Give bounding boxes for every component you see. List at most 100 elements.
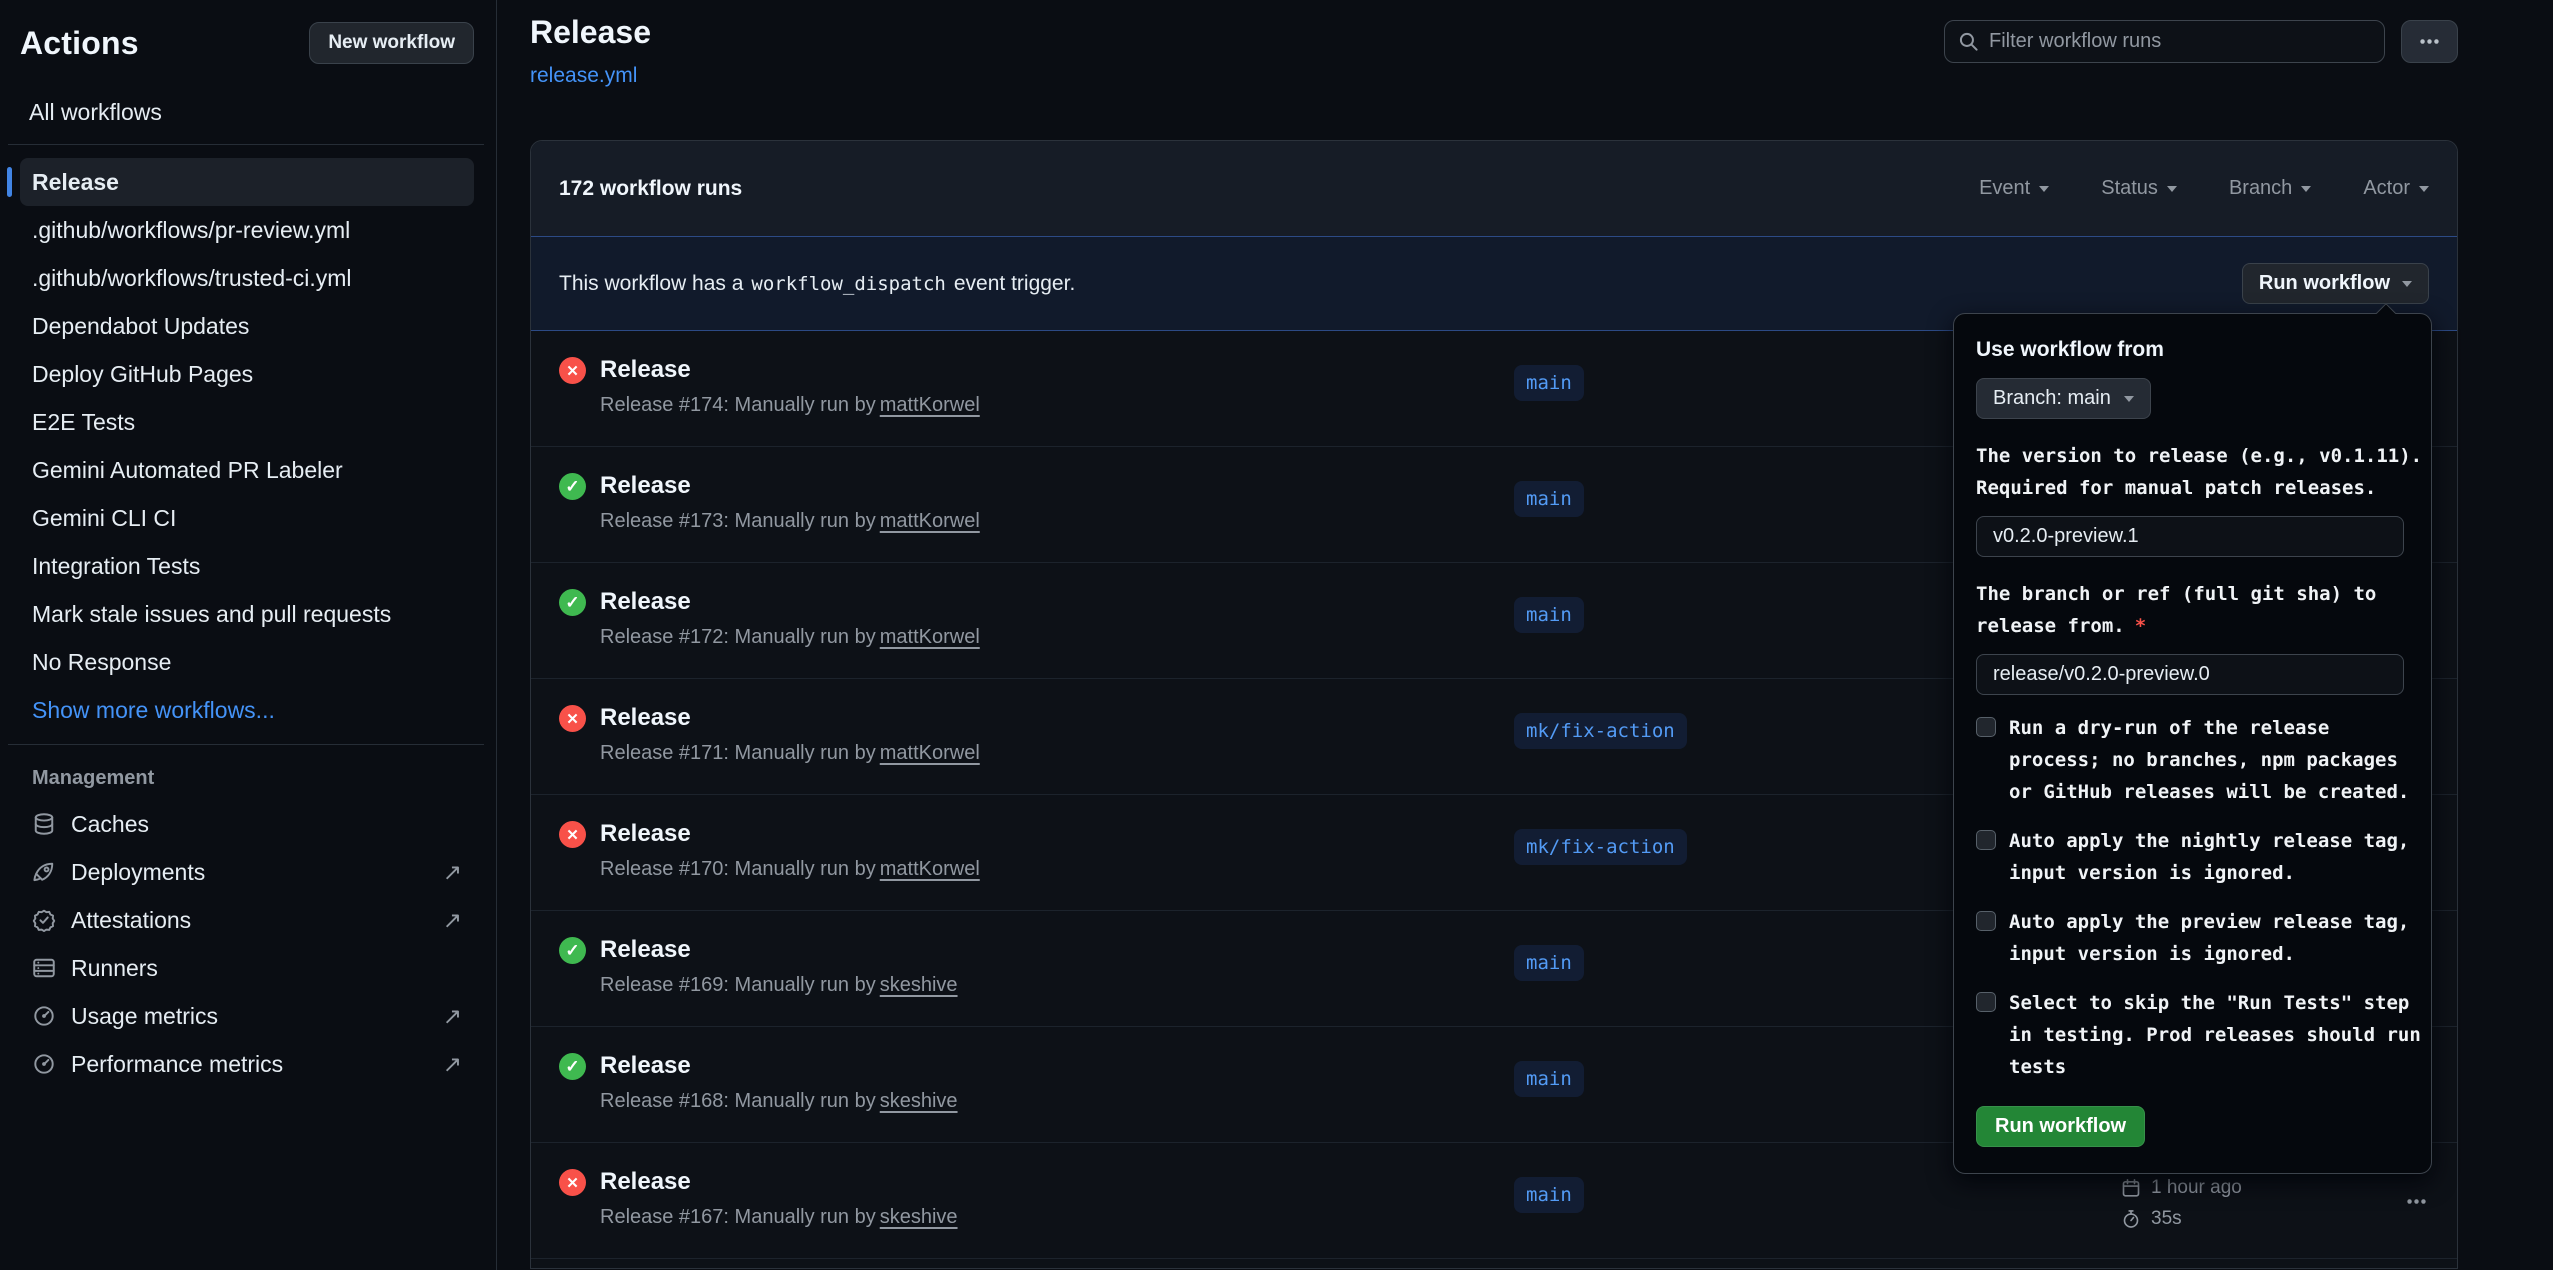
sidebar-title: Actions — [20, 25, 139, 62]
workflow-dispatch-code: workflow_dispatch — [751, 273, 945, 295]
run-actor-link[interactable]: mattKorwel — [880, 626, 980, 648]
branch-badge[interactable]: main — [1514, 365, 1584, 401]
new-workflow-button[interactable]: New workflow — [309, 22, 474, 64]
checkbox-row[interactable]: Run a dry-run of the release process; no… — [1976, 712, 2415, 808]
run-title-link[interactable]: Release — [600, 1052, 958, 1080]
required-asterisk: * — [2135, 615, 2146, 637]
run-description: Release #169: Manually run byskeshive — [600, 974, 958, 997]
sidebar-workflow-item[interactable]: .github/workflows/trusted-ci.yml — [20, 254, 474, 302]
checkbox-row[interactable]: Auto apply the preview release tag, inpu… — [1976, 906, 2415, 970]
chevron-down-icon — [2167, 186, 2177, 197]
run-workflow-submit-button[interactable]: Run workflow — [1976, 1106, 2145, 1147]
sidebar-management-item[interactable]: Caches — [20, 800, 474, 848]
run-actor-link[interactable]: skeshive — [880, 1206, 958, 1228]
run-title-link[interactable]: Release — [600, 820, 980, 848]
checkbox[interactable] — [1976, 830, 1996, 850]
run-actor-link[interactable]: skeshive — [880, 974, 958, 996]
branch-badge[interactable]: main — [1514, 597, 1584, 633]
sidebar-workflow-item[interactable]: Integration Tests — [20, 542, 474, 590]
run-status-icon — [559, 589, 586, 616]
run-status-icon — [559, 357, 586, 384]
workflow-item-label: Gemini CLI CI — [32, 505, 176, 532]
sidebar-management-item[interactable]: Runners — [20, 944, 474, 992]
run-actor-link[interactable]: skeshive — [880, 1090, 958, 1112]
management-item-label: Usage metrics — [71, 1003, 218, 1030]
run-title-link[interactable]: Release — [600, 1168, 958, 1196]
sidebar-workflow-item[interactable]: Dependabot Updates — [20, 302, 474, 350]
calendar-icon — [2121, 1178, 2141, 1198]
run-status-icon — [559, 473, 586, 500]
workflow-item-label: .github/workflows/trusted-ci.yml — [32, 265, 352, 292]
branch-badge[interactable]: main — [1514, 1061, 1584, 1097]
external-link-icon — [443, 907, 462, 934]
sidebar-divider — [8, 744, 484, 745]
filter-dropdown[interactable]: Actor — [2363, 177, 2429, 200]
rocket-icon — [32, 860, 56, 884]
show-more-workflows-link[interactable]: Show more workflows... — [20, 686, 474, 734]
run-actor-link[interactable]: mattKorwel — [880, 742, 980, 764]
stopwatch-icon — [2121, 1209, 2141, 1229]
branch-badge[interactable]: mk/fix-action — [1514, 829, 1687, 865]
sidebar-workflow-item[interactable]: Release — [20, 158, 474, 206]
page-header: Release release.yml — [530, 14, 651, 88]
sidebar-divider — [8, 144, 484, 145]
run-meta: 1 hour ago 35s — [2121, 1172, 2242, 1234]
sidebar-workflow-item[interactable]: .github/workflows/pr-review.yml — [20, 206, 474, 254]
filter-workflow-runs-box — [1944, 20, 2385, 63]
workflow-input-field[interactable] — [1976, 654, 2404, 695]
run-title-link[interactable]: Release — [600, 704, 980, 732]
chevron-down-icon — [2039, 186, 2049, 197]
sidebar-workflow-item[interactable]: E2E Tests — [20, 398, 474, 446]
run-status-icon — [559, 1169, 586, 1196]
run-workflow-dropdown-button[interactable]: Run workflow — [2242, 263, 2429, 304]
sidebar-management-item[interactable]: Performance metrics — [20, 1040, 474, 1088]
filter-dropdown[interactable]: Branch — [2229, 177, 2311, 200]
run-actor-link[interactable]: mattKorwel — [880, 510, 980, 532]
branch-badge[interactable]: main — [1514, 1177, 1584, 1213]
run-title-link[interactable]: Release — [600, 472, 980, 500]
checkbox-row[interactable]: Auto apply the nightly release tag, inpu… — [1976, 825, 2415, 889]
management-item-label: Performance metrics — [71, 1051, 283, 1078]
runs-count: 172 workflow runs — [559, 177, 742, 201]
external-link-icon — [443, 1051, 462, 1078]
external-link-icon — [443, 1003, 462, 1030]
run-options-button[interactable] — [2406, 1191, 2427, 1215]
sidebar-workflow-item[interactable]: Gemini Automated PR Labeler — [20, 446, 474, 494]
sidebar-workflow-item[interactable]: Gemini CLI CI — [20, 494, 474, 542]
branch-badge[interactable]: main — [1514, 945, 1584, 981]
workflow-input-field[interactable] — [1976, 516, 2404, 557]
sidebar-management-item[interactable]: Usage metrics — [20, 992, 474, 1040]
run-title-link[interactable]: Release — [600, 588, 980, 616]
chevron-down-icon — [2124, 396, 2134, 407]
checkbox[interactable] — [1976, 717, 1996, 737]
management-item-label: Runners — [71, 955, 158, 982]
sidebar-item-all-workflows[interactable]: All workflows — [20, 90, 474, 134]
run-actor-link[interactable]: mattKorwel — [880, 394, 980, 416]
run-title-link[interactable]: Release — [600, 356, 980, 384]
sidebar-workflow-item[interactable]: No Response — [20, 638, 474, 686]
branch-badge[interactable]: mk/fix-action — [1514, 713, 1687, 749]
sidebar-workflow-item[interactable]: Mark stale issues and pull requests — [20, 590, 474, 638]
run-description: Release #172: Manually run bymattKorwel — [600, 626, 980, 649]
sidebar-workflow-item[interactable]: Deploy GitHub Pages — [20, 350, 474, 398]
branch-badge[interactable]: main — [1514, 481, 1584, 517]
input-description: The version to release (e.g., v0.1.11). … — [1976, 440, 2415, 504]
run-status-icon — [559, 1053, 586, 1080]
page-options-button[interactable] — [2401, 20, 2458, 63]
sidebar-management-item[interactable]: Attestations — [20, 896, 474, 944]
external-link-icon — [443, 859, 462, 886]
workflow-file-link[interactable]: release.yml — [530, 64, 637, 88]
database-icon — [32, 812, 56, 836]
branch-select-button[interactable]: Branch: main — [1976, 378, 2151, 419]
checkbox[interactable] — [1976, 911, 1996, 931]
chevron-down-icon — [2301, 186, 2311, 197]
filter-workflow-runs-input[interactable] — [1989, 30, 2371, 53]
checkbox[interactable] — [1976, 992, 1996, 1012]
run-actor-link[interactable]: mattKorwel — [880, 858, 980, 880]
filter-dropdown[interactable]: Status — [2101, 177, 2177, 200]
sidebar-management-item[interactable]: Deployments — [20, 848, 474, 896]
run-title-link[interactable]: Release — [600, 936, 958, 964]
checkbox-label: Select to skip the "Run Tests" step in t… — [2009, 987, 2421, 1083]
filter-dropdown[interactable]: Event — [1979, 177, 2049, 200]
checkbox-row[interactable]: Select to skip the "Run Tests" step in t… — [1976, 987, 2415, 1083]
